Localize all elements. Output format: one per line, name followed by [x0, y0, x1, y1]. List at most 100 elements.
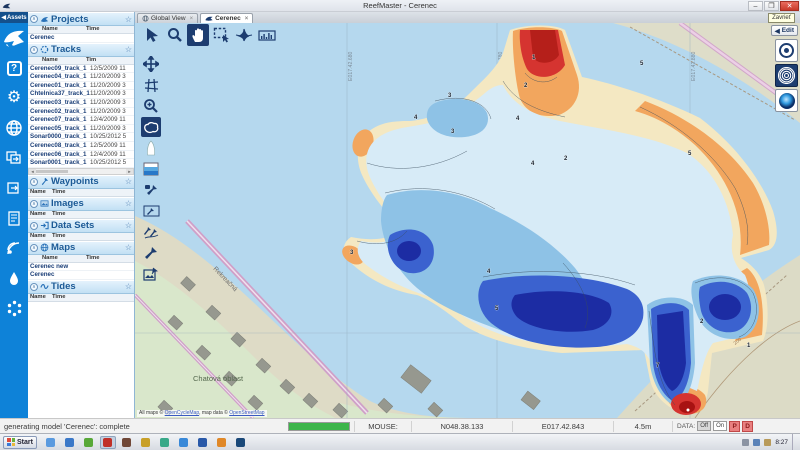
tab-close-icon[interactable]: ×: [245, 16, 249, 22]
panel-maps-header[interactable]: ∧ Maps ☆: [28, 241, 134, 255]
table-row[interactable]: Cerenec07_track_112/4/2009 11: [28, 116, 134, 125]
table-row[interactable]: Cerenec01_track_111/20/2009 3: [28, 82, 134, 91]
collapse-icon[interactable]: ∧: [30, 244, 38, 252]
app-photos[interactable]: [157, 436, 173, 449]
show-desktop-button[interactable]: [792, 434, 796, 450]
table-row[interactable]: Sonar0000_track_110/25/2012 5: [28, 133, 134, 142]
pin-label-tool[interactable]: [141, 201, 161, 221]
app-folder[interactable]: [138, 436, 154, 449]
pan-tool[interactable]: [187, 24, 209, 46]
export-maps-icon[interactable]: [2, 176, 26, 200]
table-row[interactable]: Cerenec new: [28, 263, 134, 272]
app-shark[interactable]: [233, 436, 249, 449]
data-off-button[interactable]: Off: [697, 421, 711, 431]
tray-volume-icon[interactable]: [764, 439, 771, 446]
start-button[interactable]: Start: [3, 436, 37, 449]
panel-images-header[interactable]: ∧ Images ☆: [28, 197, 134, 211]
table-row[interactable]: Chtelnica37_track_111/20/2009 3: [28, 90, 134, 99]
app-store[interactable]: [176, 436, 192, 449]
assets-toggle[interactable]: ◀ Assets: [0, 12, 28, 23]
table-row[interactable]: Cerenec: [28, 271, 134, 280]
collapse-icon[interactable]: ∧: [30, 283, 38, 291]
app-reefmaster[interactable]: [100, 436, 116, 449]
track-tool[interactable]: [233, 24, 255, 46]
grid-tool[interactable]: [141, 75, 161, 95]
app-mail[interactable]: [62, 436, 78, 449]
globe-icon[interactable]: [2, 116, 26, 140]
shark-logo-icon[interactable]: [2, 26, 26, 50]
pin-route-tool[interactable]: [141, 222, 161, 242]
app-media[interactable]: [81, 436, 97, 449]
table-row[interactable]: Cerenec: [28, 34, 134, 43]
pin-lock-tool[interactable]: [141, 180, 161, 200]
select-tool[interactable]: [210, 24, 232, 46]
table-row[interactable]: Cerenec02_track_111/20/2009 3: [28, 108, 134, 117]
favorite-star-icon[interactable]: ☆: [125, 282, 132, 291]
zoom-tool[interactable]: [164, 24, 186, 46]
tab-cerenec[interactable]: Cerenec ×: [200, 13, 253, 23]
region-tool[interactable]: [141, 117, 161, 137]
settings-gear-icon[interactable]: ⚙: [2, 86, 26, 110]
favorite-star-icon[interactable]: ☆: [125, 45, 132, 54]
record-p-button[interactable]: P: [729, 421, 740, 432]
table-row[interactable]: Cerenec06_track_112/4/2009 11: [28, 151, 134, 160]
collapse-icon[interactable]: ∧: [30, 178, 38, 186]
water-level-tool[interactable]: [141, 159, 161, 179]
close-button[interactable]: ✕: [780, 1, 799, 11]
horizontal-scrollbar[interactable]: ◄ ►: [28, 168, 134, 175]
favorite-star-icon[interactable]: ☆: [125, 221, 132, 230]
pan-extents-tool[interactable]: [141, 54, 161, 74]
satellite-icon[interactable]: [2, 236, 26, 260]
data-on-button[interactable]: On: [713, 421, 727, 431]
minimize-button[interactable]: –: [748, 1, 763, 11]
favorite-star-icon[interactable]: ☆: [125, 15, 132, 24]
sync-icon[interactable]: [2, 296, 26, 320]
zoom-area-tool[interactable]: [141, 96, 161, 116]
tab-global-view[interactable]: Global View ×: [137, 13, 198, 23]
app-office[interactable]: [119, 436, 135, 449]
sonar-sphere-tool[interactable]: [775, 89, 798, 112]
panel-datasets-header[interactable]: ∧ Data Sets ☆: [28, 219, 134, 233]
import-tracks-icon[interactable]: [2, 146, 26, 170]
openstreetmap-link[interactable]: OpenStreetMap: [229, 410, 264, 416]
tab-close-icon[interactable]: ×: [190, 16, 194, 22]
app-browser[interactable]: [43, 436, 59, 449]
collapse-icon[interactable]: ∧: [30, 222, 38, 230]
favorite-star-icon[interactable]: ☆: [125, 243, 132, 252]
scroll-thumb[interactable]: [36, 170, 68, 173]
scroll-right-icon[interactable]: ►: [126, 169, 133, 174]
tray-arrow-icon[interactable]: [742, 439, 749, 446]
tray-network-icon[interactable]: [753, 439, 760, 446]
favorite-star-icon[interactable]: ☆: [125, 177, 132, 186]
table-row[interactable]: Cerenec08_track_112/5/2009 11: [28, 142, 134, 151]
favorite-star-icon[interactable]: ☆: [125, 199, 132, 208]
maximize-button[interactable]: ❐: [764, 1, 779, 11]
report-icon[interactable]: [2, 206, 26, 230]
vessel-tool[interactable]: [141, 138, 161, 158]
collapse-icon[interactable]: ∧: [30, 46, 38, 54]
opencyclemap-link[interactable]: OpenCycleMap: [165, 410, 199, 416]
table-row[interactable]: Cerenec04_track_111/20/2009 3: [28, 73, 134, 82]
sonar-rings-tool[interactable]: [775, 64, 798, 87]
sonar-log-tool[interactable]: [256, 24, 278, 46]
tray-clock[interactable]: 8:27: [775, 439, 788, 446]
app-music[interactable]: [195, 436, 211, 449]
sonar-target-tool[interactable]: [775, 39, 798, 62]
help-icon[interactable]: ?: [2, 56, 26, 80]
record-d-button[interactable]: D: [742, 421, 753, 432]
pin-image-tool[interactable]: [141, 264, 161, 284]
sonar-transfer-icon[interactable]: [2, 266, 26, 290]
table-row[interactable]: Sonar0001_track_110/25/2012 5: [28, 159, 134, 168]
panel-waypoints-header[interactable]: ∧ Waypoints ☆: [28, 175, 134, 189]
panel-tracks-header[interactable]: ∧ Tracks ☆: [28, 43, 134, 57]
pointer-tool[interactable]: [141, 24, 163, 46]
table-row[interactable]: Cerenec03_track_111/20/2009 3: [28, 99, 134, 108]
table-row[interactable]: Cerenec09_track_112/5/2009 11: [28, 65, 134, 74]
edit-panel-toggle[interactable]: ◀ Edit: [771, 25, 798, 36]
app-tools[interactable]: [214, 436, 230, 449]
panel-tides-header[interactable]: ∧ Tides ☆: [28, 280, 134, 294]
map-canvas[interactable]: E017.42.680E017.42.780E017.42.880: [135, 23, 800, 418]
collapse-icon[interactable]: ∧: [30, 15, 38, 23]
table-row[interactable]: Cerenec05_track_111/20/2009 3: [28, 125, 134, 134]
scroll-left-icon[interactable]: ◄: [29, 169, 36, 174]
